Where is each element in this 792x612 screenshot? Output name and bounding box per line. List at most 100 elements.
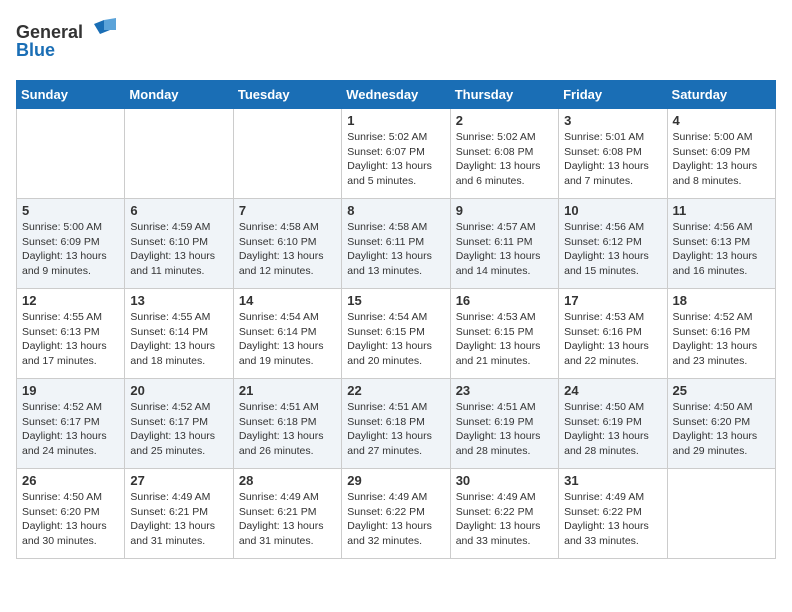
calendar-table: SundayMondayTuesdayWednesdayThursdayFrid…: [16, 80, 776, 559]
day-number: 15: [347, 293, 444, 308]
day-number: 29: [347, 473, 444, 488]
day-info: Sunrise: 4:59 AM Sunset: 6:10 PM Dayligh…: [130, 220, 227, 279]
calendar-week-row: 1Sunrise: 5:02 AM Sunset: 6:07 PM Daylig…: [17, 109, 776, 199]
calendar-cell: [233, 109, 341, 199]
day-number: 8: [347, 203, 444, 218]
header-day: Sunday: [17, 81, 125, 109]
day-number: 31: [564, 473, 661, 488]
calendar-cell: 4Sunrise: 5:00 AM Sunset: 6:09 PM Daylig…: [667, 109, 775, 199]
day-number: 21: [239, 383, 336, 398]
day-number: 11: [673, 203, 770, 218]
day-number: 25: [673, 383, 770, 398]
day-info: Sunrise: 4:52 AM Sunset: 6:16 PM Dayligh…: [673, 310, 770, 369]
day-number: 18: [673, 293, 770, 308]
day-number: 2: [456, 113, 553, 128]
day-number: 3: [564, 113, 661, 128]
day-info: Sunrise: 4:56 AM Sunset: 6:13 PM Dayligh…: [673, 220, 770, 279]
calendar-cell: 15 Sunrise: 4:54 AM Sunset: 6:15 PM Dayli…: [342, 289, 450, 379]
calendar-cell: 10 Sunrise: 4:56 AM Sunset: 6:12 PM Dayli…: [559, 199, 667, 289]
day-number: 28: [239, 473, 336, 488]
calendar-cell: 18 Sunrise: 4:52 AM Sunset: 6:16 PM Dayli…: [667, 289, 775, 379]
day-info: Sunrise: 4:55 AM Sunset: 6:13 PM Dayligh…: [22, 310, 119, 369]
calendar-cell: 28Sunrise: 4:49 AM Sunset: 6:21 PM Dayli…: [233, 469, 341, 559]
day-number: 12: [22, 293, 119, 308]
calendar-cell: 20Sunrise: 4:52 AM Sunset: 6:17 PM Dayli…: [125, 379, 233, 469]
header-day: Tuesday: [233, 81, 341, 109]
calendar-cell: 19 Sunrise: 4:52 AM Sunset: 6:17 PM Dayli…: [17, 379, 125, 469]
calendar-cell: 2 Sunrise: 5:02 AM Sunset: 6:08 PM Daylig…: [450, 109, 558, 199]
day-number: 30: [456, 473, 553, 488]
day-number: 14: [239, 293, 336, 308]
logo: General Blue: [16, 16, 126, 68]
calendar-cell: 23Sunrise: 4:51 AM Sunset: 6:19 PM Dayli…: [450, 379, 558, 469]
calendar-cell: 24Sunrise: 4:50 AM Sunset: 6:19 PM Dayli…: [559, 379, 667, 469]
calendar-week-row: 19 Sunrise: 4:52 AM Sunset: 6:17 PM Dayli…: [17, 379, 776, 469]
day-number: 27: [130, 473, 227, 488]
day-info: Sunrise: 4:50 AM Sunset: 6:19 PM Dayligh…: [564, 400, 661, 459]
calendar-cell: 14 Sunrise: 4:54 AM Sunset: 6:14 PM Dayli…: [233, 289, 341, 379]
calendar-cell: [125, 109, 233, 199]
day-number: 17: [564, 293, 661, 308]
day-info: Sunrise: 5:02 AM Sunset: 6:08 PM Dayligh…: [456, 130, 553, 189]
header-day: Wednesday: [342, 81, 450, 109]
calendar-cell: 13Sunrise: 4:55 AM Sunset: 6:14 PM Dayli…: [125, 289, 233, 379]
header-day: Saturday: [667, 81, 775, 109]
calendar-week-row: 12 Sunrise: 4:55 AM Sunset: 6:13 PM Dayli…: [17, 289, 776, 379]
calendar-cell: 11 Sunrise: 4:56 AM Sunset: 6:13 PM Dayli…: [667, 199, 775, 289]
calendar-cell: 22 Sunrise: 4:51 AM Sunset: 6:18 PM Dayli…: [342, 379, 450, 469]
day-info: Sunrise: 5:01 AM Sunset: 6:08 PM Dayligh…: [564, 130, 661, 189]
day-number: 20: [130, 383, 227, 398]
day-info: Sunrise: 4:53 AM Sunset: 6:16 PM Dayligh…: [564, 310, 661, 369]
page-header: General Blue: [16, 16, 776, 68]
calendar-week-row: 26Sunrise: 4:50 AM Sunset: 6:20 PM Dayli…: [17, 469, 776, 559]
day-number: 4: [673, 113, 770, 128]
day-number: 10: [564, 203, 661, 218]
calendar-week-row: 5 Sunrise: 5:00 AM Sunset: 6:09 PM Daylig…: [17, 199, 776, 289]
header-day: Thursday: [450, 81, 558, 109]
day-info: Sunrise: 4:49 AM Sunset: 6:21 PM Dayligh…: [130, 490, 227, 549]
day-number: 22: [347, 383, 444, 398]
day-number: 7: [239, 203, 336, 218]
day-info: Sunrise: 4:54 AM Sunset: 6:14 PM Dayligh…: [239, 310, 336, 369]
calendar-cell: 12 Sunrise: 4:55 AM Sunset: 6:13 PM Dayli…: [17, 289, 125, 379]
calendar-cell: 7 Sunrise: 4:58 AM Sunset: 6:10 PM Daylig…: [233, 199, 341, 289]
day-number: 13: [130, 293, 227, 308]
calendar-cell: 3 Sunrise: 5:01 AM Sunset: 6:08 PM Daylig…: [559, 109, 667, 199]
calendar-cell: 27 Sunrise: 4:49 AM Sunset: 6:21 PM Dayli…: [125, 469, 233, 559]
day-number: 19: [22, 383, 119, 398]
header-day: Monday: [125, 81, 233, 109]
day-info: Sunrise: 4:58 AM Sunset: 6:10 PM Dayligh…: [239, 220, 336, 279]
day-info: Sunrise: 4:56 AM Sunset: 6:12 PM Dayligh…: [564, 220, 661, 279]
day-number: 9: [456, 203, 553, 218]
header-day: Friday: [559, 81, 667, 109]
day-info: Sunrise: 5:00 AM Sunset: 6:09 PM Dayligh…: [22, 220, 119, 279]
day-info: Sunrise: 4:54 AM Sunset: 6:15 PM Dayligh…: [347, 310, 444, 369]
calendar-cell: 29 Sunrise: 4:49 AM Sunset: 6:22 PM Dayli…: [342, 469, 450, 559]
day-info: Sunrise: 4:50 AM Sunset: 6:20 PM Dayligh…: [673, 400, 770, 459]
day-number: 6: [130, 203, 227, 218]
day-info: Sunrise: 4:57 AM Sunset: 6:11 PM Dayligh…: [456, 220, 553, 279]
calendar-cell: 5 Sunrise: 5:00 AM Sunset: 6:09 PM Daylig…: [17, 199, 125, 289]
day-number: 16: [456, 293, 553, 308]
calendar-cell: 26Sunrise: 4:50 AM Sunset: 6:20 PM Dayli…: [17, 469, 125, 559]
day-info: Sunrise: 4:49 AM Sunset: 6:22 PM Dayligh…: [564, 490, 661, 549]
calendar-cell: 8 Sunrise: 4:58 AM Sunset: 6:11 PM Daylig…: [342, 199, 450, 289]
day-info: Sunrise: 4:53 AM Sunset: 6:15 PM Dayligh…: [456, 310, 553, 369]
svg-text:General: General: [16, 22, 83, 42]
header-row: SundayMondayTuesdayWednesdayThursdayFrid…: [17, 81, 776, 109]
day-info: Sunrise: 4:58 AM Sunset: 6:11 PM Dayligh…: [347, 220, 444, 279]
day-number: 23: [456, 383, 553, 398]
day-number: 5: [22, 203, 119, 218]
day-info: Sunrise: 4:49 AM Sunset: 6:22 PM Dayligh…: [456, 490, 553, 549]
day-info: Sunrise: 4:52 AM Sunset: 6:17 PM Dayligh…: [22, 400, 119, 459]
calendar-cell: 17 Sunrise: 4:53 AM Sunset: 6:16 PM Dayli…: [559, 289, 667, 379]
day-info: Sunrise: 4:51 AM Sunset: 6:18 PM Dayligh…: [239, 400, 336, 459]
day-number: 1: [347, 113, 444, 128]
day-info: Sunrise: 4:49 AM Sunset: 6:22 PM Dayligh…: [347, 490, 444, 549]
calendar-cell: 31 Sunrise: 4:49 AM Sunset: 6:22 PM Dayli…: [559, 469, 667, 559]
calendar-cell: [17, 109, 125, 199]
day-info: Sunrise: 4:51 AM Sunset: 6:18 PM Dayligh…: [347, 400, 444, 459]
day-number: 26: [22, 473, 119, 488]
calendar-cell: [667, 469, 775, 559]
calendar-cell: 21 Sunrise: 4:51 AM Sunset: 6:18 PM Dayli…: [233, 379, 341, 469]
